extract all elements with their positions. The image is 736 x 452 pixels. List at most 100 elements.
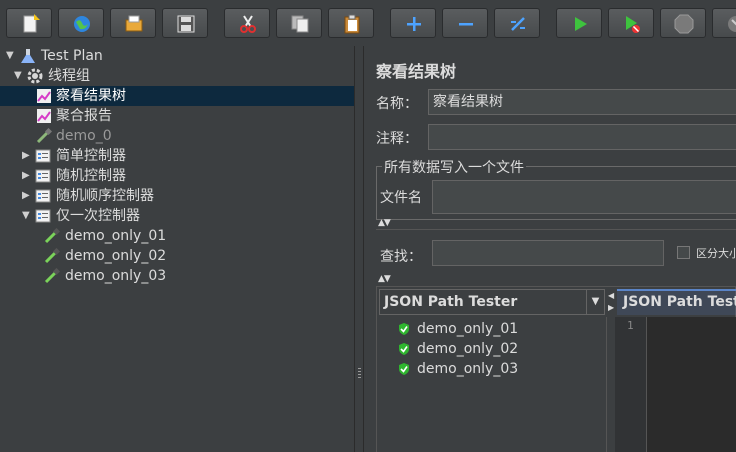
tab-json-path-tester[interactable]: JSON Path Tester <box>617 289 736 315</box>
new-button[interactable] <box>6 8 52 38</box>
test-plan-tree[interactable]: ▼ Test Plan ▼ 线程组 察看结果树 聚合报告 demo_0 ▶ 简单… <box>0 46 354 452</box>
expanded-icon[interactable]: ▼ <box>14 66 26 86</box>
line-number: 1 <box>627 319 634 332</box>
tree-node-demo-only-02[interactable]: demo_only_02 <box>0 246 354 266</box>
comment-field[interactable] <box>428 124 736 150</box>
tree-node-label: 随机控制器 <box>56 168 126 184</box>
tree-node-simple-controller[interactable]: ▶ 简单控制器 <box>22 146 354 166</box>
toggle-button[interactable] <box>494 8 540 38</box>
controller-icon <box>35 149 51 163</box>
expand-icon <box>407 17 421 31</box>
controller-icon <box>35 189 51 203</box>
tree-node-demo-0[interactable]: demo_0 <box>0 126 354 146</box>
search-input[interactable] <box>432 240 664 266</box>
listener-chart-icon <box>37 109 51 123</box>
paste-button[interactable] <box>328 8 374 38</box>
tree-node-label: 随机顺序控制器 <box>56 188 154 204</box>
flask-icon <box>21 49 35 63</box>
tree-node-demo-only-03[interactable]: demo_only_03 <box>0 266 354 286</box>
pipette-sampler-icon <box>44 228 60 244</box>
tree-node-demo-only-01[interactable]: demo_only_01 <box>0 226 354 246</box>
results-list[interactable]: demo_only_01 demo_only_02 demo_only_03 <box>377 317 607 452</box>
toggle-icon <box>511 17 525 31</box>
case-sensitive-checkbox[interactable] <box>677 246 690 259</box>
cut-button[interactable] <box>224 8 270 38</box>
panel-title: 察看结果树 <box>376 62 457 81</box>
stop-button[interactable] <box>660 8 706 38</box>
collapsed-icon[interactable]: ▶ <box>22 186 34 206</box>
save-button[interactable] <box>162 8 208 38</box>
collapsed-icon[interactable]: ▶ <box>22 166 34 186</box>
chevron-left-icon[interactable]: ◀ <box>608 291 614 300</box>
stop-icon <box>674 14 694 34</box>
tree-node-test-plan[interactable]: ▼ Test Plan <box>6 46 346 66</box>
collapsed-icon[interactable]: ▶ <box>22 146 34 166</box>
start-no-pause-button[interactable] <box>608 8 654 38</box>
comment-label: 注释： <box>376 131 418 147</box>
success-shield-icon <box>399 343 409 355</box>
shutdown-icon <box>728 16 736 32</box>
results-area: JSON Path Tester ▼ demo_only_01 demo_onl… <box>376 286 736 452</box>
tree-node-label: 仅一次控制器 <box>56 208 140 224</box>
expand-button[interactable] <box>390 8 436 38</box>
panel-splitter[interactable] <box>354 46 364 452</box>
renderer-select[interactable]: JSON Path Tester ▼ <box>379 289 605 315</box>
chevron-down-icon[interactable]: ▼ <box>586 290 604 314</box>
tree-node-label: 察看结果树 <box>56 88 126 104</box>
tree-node-label: demo_0 <box>56 128 112 144</box>
splitter-grip-icon[interactable] <box>358 368 361 380</box>
name-label: 名称： <box>376 96 418 112</box>
renderer-select-value: JSON Path Tester <box>384 294 518 310</box>
controller-icon <box>35 169 51 183</box>
list-item-label: demo_only_02 <box>417 341 519 357</box>
tree-node-random-controller[interactable]: ▶ 随机控制器 <box>22 166 354 186</box>
toolbar <box>0 0 736 46</box>
templates-button[interactable] <box>58 8 104 38</box>
list-item-label: demo_only_01 <box>417 321 519 337</box>
tree-node-once-only-controller[interactable]: ▼ 仅一次控制器 <box>22 206 354 226</box>
tree-node-label: demo_only_03 <box>65 268 167 284</box>
paste-icon <box>344 14 360 34</box>
tree-node-random-order-controller[interactable]: ▶ 随机顺序控制器 <box>22 186 354 206</box>
cut-icon <box>240 15 256 33</box>
copy-icon <box>291 15 309 33</box>
tree-node-view-results-tree[interactable]: 察看结果树 <box>0 86 354 106</box>
copy-button[interactable] <box>276 8 322 38</box>
write-to-file-group-title: 所有数据写入一个文件 <box>382 157 526 177</box>
element-config-panel: 察看结果树 名称： 察看结果树 注释： 所有数据写入一个文件 文件名 ▲▼ 查找… <box>364 46 736 452</box>
case-sensitive-label: 区分大小 <box>696 247 736 260</box>
tree-node-aggregate-report[interactable]: 聚合报告 <box>0 106 354 126</box>
expanded-icon[interactable]: ▼ <box>22 206 34 226</box>
open-icon <box>125 15 143 32</box>
tree-node-label: demo_only_01 <box>65 228 167 244</box>
line-gutter: 1 <box>615 317 647 452</box>
response-editor[interactable]: 1 <box>615 317 736 452</box>
list-item-label: demo_only_03 <box>417 361 519 377</box>
expanded-icon[interactable]: ▼ <box>6 46 18 66</box>
collapse-arrows-icon[interactable]: ▲▼ <box>378 274 391 284</box>
collapse-arrows-icon[interactable]: ▲▼ <box>378 218 391 228</box>
pipette-sampler-icon <box>44 248 60 264</box>
success-shield-icon <box>399 323 409 335</box>
filename-label: 文件名 <box>380 190 422 206</box>
chevron-right-icon[interactable]: ▶ <box>608 303 614 312</box>
shutdown-button[interactable] <box>712 8 736 38</box>
new-icon <box>23 14 40 33</box>
filename-field[interactable] <box>432 180 736 214</box>
collapse-icon <box>459 23 473 26</box>
tree-node-label: 聚合报告 <box>56 108 112 124</box>
tree-node-label: 简单控制器 <box>56 148 126 164</box>
start-no-pause-icon <box>626 16 640 33</box>
divider <box>376 229 736 230</box>
tree-node-thread-group[interactable]: ▼ 线程组 <box>14 66 346 86</box>
pipette-sampler-icon <box>44 268 60 284</box>
start-button[interactable] <box>556 8 602 38</box>
success-shield-icon <box>399 363 409 375</box>
name-field[interactable]: 察看结果树 <box>428 89 736 115</box>
results-splitter[interactable]: ◀ ▶ <box>607 287 615 452</box>
open-button[interactable] <box>110 8 156 38</box>
start-icon <box>575 17 587 31</box>
tree-node-label: Test Plan <box>41 48 103 64</box>
tree-node-label: 线程组 <box>48 68 90 84</box>
collapse-button[interactable] <box>442 8 488 38</box>
